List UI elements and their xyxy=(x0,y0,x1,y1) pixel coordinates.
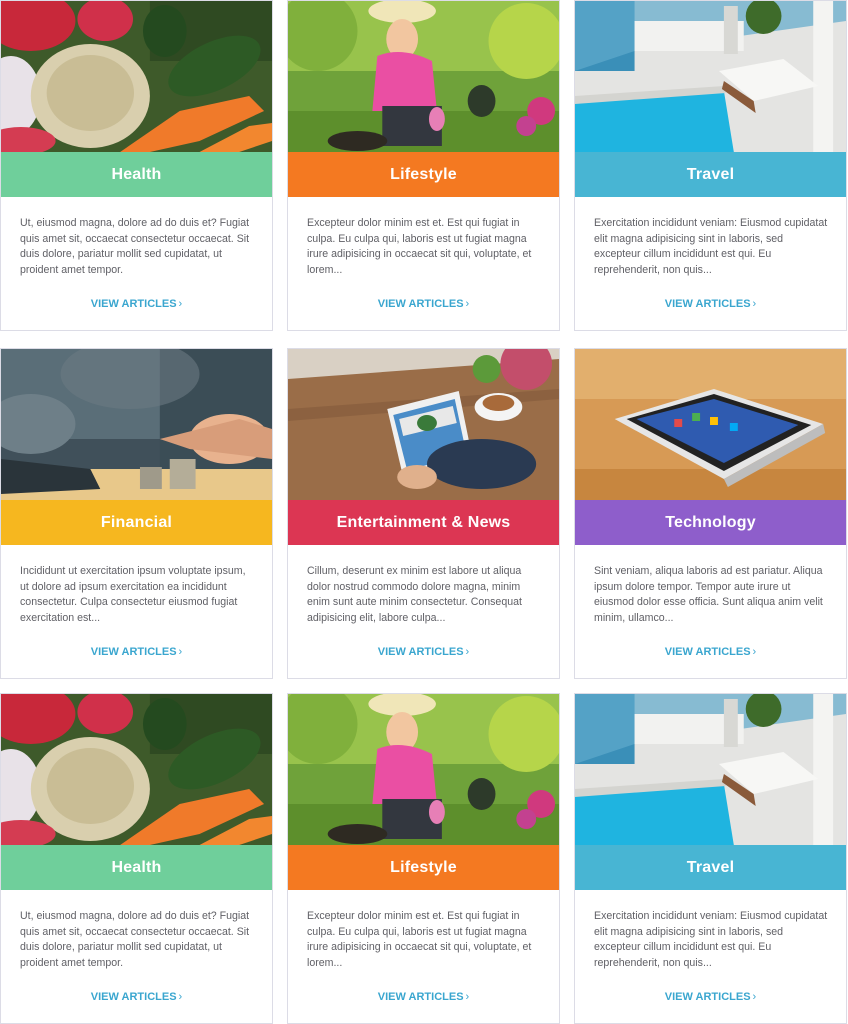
view-articles-link[interactable]: VIEW ARTICLES › xyxy=(288,646,559,658)
category-card-health[interactable]: Health Ut, eiusmod magna, dolore ad do d… xyxy=(0,0,273,331)
category-description: Exercitation incididunt veniam: Eiusmod … xyxy=(594,910,828,969)
category-card-financial[interactable]: Financial Incididunt ut exercitation ips… xyxy=(0,348,273,679)
chevron-right-icon: › xyxy=(178,298,183,310)
category-card-health[interactable]: Health Ut, eiusmod magna, dolore ad do d… xyxy=(0,693,273,1024)
view-articles-link[interactable]: VIEW ARTICLES › xyxy=(1,646,272,658)
view-articles-label[interactable]: VIEW ARTICLES xyxy=(665,646,751,658)
category-title-band: Technology xyxy=(575,500,846,545)
category-title-band: Financial xyxy=(1,500,272,545)
chevron-right-icon: › xyxy=(178,646,183,658)
category-card-travel[interactable]: Travel Exercitation incididunt veniam: E… xyxy=(574,0,847,331)
chevron-right-icon: › xyxy=(752,646,757,658)
category-title: Travel xyxy=(686,858,735,876)
category-title: Lifestyle xyxy=(390,165,457,183)
view-articles-label[interactable]: VIEW ARTICLES xyxy=(378,646,464,658)
category-description: Excepteur dolor minim est et. Est qui fu… xyxy=(307,910,532,969)
pool-terrace-image xyxy=(575,694,846,845)
gardening-image xyxy=(288,1,559,152)
category-title: Health xyxy=(111,858,162,876)
category-title-band: Health xyxy=(1,845,272,890)
category-title: Financial xyxy=(100,513,173,531)
category-description: Excepteur dolor minim est et. Est qui fu… xyxy=(307,217,532,276)
view-articles-label[interactable]: VIEW ARTICLES xyxy=(378,991,464,1003)
category-title-band: Travel xyxy=(575,152,846,197)
view-articles-link[interactable]: VIEW ARTICLES › xyxy=(575,298,846,310)
view-articles-link[interactable]: VIEW ARTICLES › xyxy=(288,298,559,310)
category-description: Ut, eiusmod magna, dolore ad do duis et?… xyxy=(20,910,250,969)
tablet-image xyxy=(288,349,559,500)
category-title: Lifestyle xyxy=(390,858,457,876)
chevron-right-icon: › xyxy=(465,646,470,658)
chevron-right-icon: › xyxy=(752,991,757,1003)
view-articles-link[interactable]: VIEW ARTICLES › xyxy=(1,991,272,1003)
category-card-technology[interactable]: Technology Sint veniam, aliqua laboris a… xyxy=(574,348,847,679)
category-card-lifestyle[interactable]: Lifestyle Excepteur dolor minim est et. … xyxy=(287,693,560,1024)
view-articles-label[interactable]: VIEW ARTICLES xyxy=(91,646,177,658)
gardening-image xyxy=(288,694,559,845)
view-articles-label[interactable]: VIEW ARTICLES xyxy=(665,298,751,310)
category-title: Entertainment & News xyxy=(336,513,511,531)
category-description: Ut, eiusmod magna, dolore ad do duis et?… xyxy=(20,217,250,276)
chevron-right-icon: › xyxy=(465,298,470,310)
view-articles-label[interactable]: VIEW ARTICLES xyxy=(665,991,751,1003)
category-title: Health xyxy=(111,165,162,183)
chevron-right-icon: › xyxy=(178,991,183,1003)
category-card-entertainment-news[interactable]: Entertainment & News Cillum, deserunt ex… xyxy=(287,348,560,679)
smartphone-image xyxy=(575,349,846,500)
view-articles-link[interactable]: VIEW ARTICLES › xyxy=(1,298,272,310)
category-title-band: Entertainment & News xyxy=(288,500,559,545)
category-title-band: Lifestyle xyxy=(288,152,559,197)
view-articles-link[interactable]: VIEW ARTICLES › xyxy=(575,646,846,658)
category-card-lifestyle[interactable]: Lifestyle Excepteur dolor minim est et. … xyxy=(287,0,560,331)
category-title-band: Health xyxy=(1,152,272,197)
chevron-right-icon: › xyxy=(465,991,470,1003)
category-card-travel[interactable]: Travel Exercitation incididunt veniam: E… xyxy=(574,693,847,1024)
view-articles-link[interactable]: VIEW ARTICLES › xyxy=(575,991,846,1003)
coins-image xyxy=(1,349,272,500)
view-articles-label[interactable]: VIEW ARTICLES xyxy=(91,298,177,310)
category-title: Technology xyxy=(665,513,756,531)
vegetables-image xyxy=(1,1,272,152)
pool-terrace-image xyxy=(575,1,846,152)
category-description: Incididunt ut exercitation ipsum volupta… xyxy=(20,565,246,624)
category-title-band: Lifestyle xyxy=(288,845,559,890)
category-title-band: Travel xyxy=(575,845,846,890)
category-card-grid: Health Ut, eiusmod magna, dolore ad do d… xyxy=(0,0,848,1024)
view-articles-label[interactable]: VIEW ARTICLES xyxy=(91,991,177,1003)
view-articles-link[interactable]: VIEW ARTICLES › xyxy=(288,991,559,1003)
category-description: Exercitation incididunt veniam: Eiusmod … xyxy=(594,217,828,276)
vegetables-image xyxy=(1,694,272,845)
category-description: Sint veniam, aliqua laboris ad est paria… xyxy=(594,565,823,624)
category-title: Travel xyxy=(686,165,735,183)
chevron-right-icon: › xyxy=(752,298,757,310)
view-articles-label[interactable]: VIEW ARTICLES xyxy=(378,298,464,310)
category-description: Cillum, deserunt ex minim est labore ut … xyxy=(307,565,522,624)
